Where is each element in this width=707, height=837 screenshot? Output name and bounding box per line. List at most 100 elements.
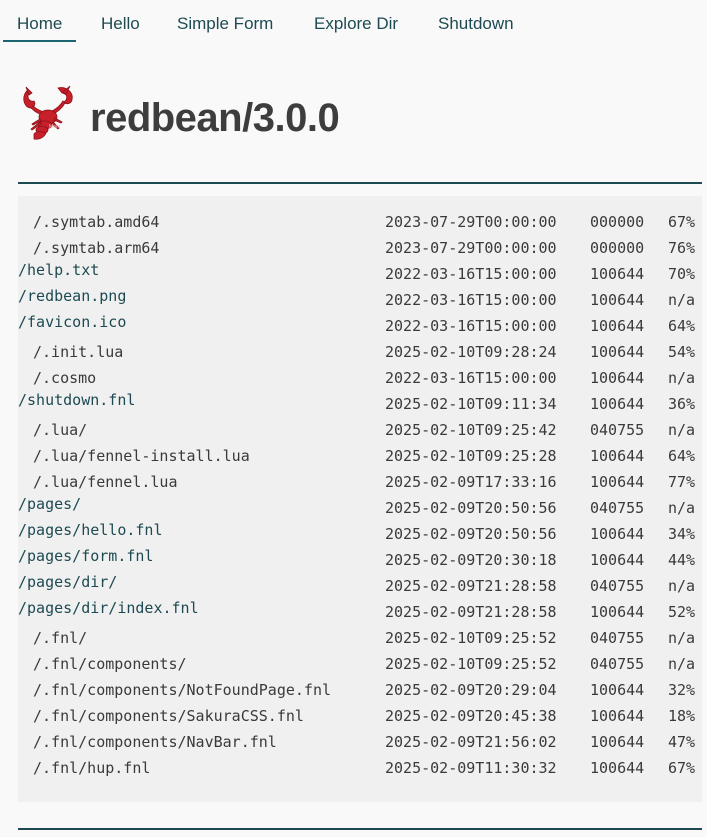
file-link[interactable]: /pages/dir/ [18, 573, 117, 591]
file-row: /.init.lua 2025-02-10T09:28:24 100644 54% [18, 339, 702, 365]
file-modified-date: 2025-02-09T20:29:04 [385, 681, 557, 699]
file-compression-ratio: n/a [668, 421, 696, 439]
file-compression-ratio: 52% [668, 603, 696, 621]
lobster-logo-icon: Mom [18, 84, 80, 142]
file-mode: 100644 [590, 395, 645, 413]
file-link[interactable]: /help.txt [18, 261, 99, 279]
top-nav: Home Hello Simple Form Explore Dir Shutd… [0, 0, 707, 42]
file-name: /.lua/ [33, 421, 88, 439]
file-modified-date: 2023-07-29T00:00:00 [385, 239, 557, 257]
file-compression-ratio: 77% [668, 473, 696, 491]
file-link[interactable]: /shutdown.fnl [18, 391, 135, 409]
file-row: /pages/dir/index.fnl 2025-02-09T21:28:58 1… [18, 599, 702, 625]
file-row: /pages/form.fnl 2025-02-09T20:30:18 100644… [18, 547, 702, 573]
file-compression-ratio: n/a [668, 655, 696, 673]
nav-shutdown-link[interactable]: Shutdown [438, 14, 514, 34]
file-mode: 100644 [590, 473, 645, 491]
file-modified-date: 2025-02-09T20:30:18 [385, 551, 557, 569]
file-link[interactable]: /redbean.png [18, 287, 126, 305]
file-mode: 100644 [590, 369, 645, 387]
file-compression-ratio: 67% [668, 759, 696, 777]
file-modified-date: 2025-02-09T20:50:56 [385, 499, 557, 517]
file-compression-ratio: 36% [668, 395, 696, 413]
file-link[interactable]: /pages/ [18, 495, 81, 513]
page-title: redbean/3.0.0 [90, 96, 340, 140]
file-name: /.fnl/components/SakuraCSS.fnl [33, 707, 304, 725]
file-row: /.fnl/2025-02-10T09:25:52 040755 n/a [18, 625, 702, 651]
file-modified-date: 2025-02-10T09:25:52 [385, 655, 557, 673]
file-link[interactable]: /pages/hello.fnl [18, 521, 163, 539]
file-modified-date: 2025-02-10T09:25:28 [385, 447, 557, 465]
file-name: /.fnl/ [33, 629, 88, 647]
file-compression-ratio: n/a [668, 291, 696, 309]
file-compression-ratio: 32% [668, 681, 696, 699]
file-compression-ratio: 47% [668, 733, 696, 751]
file-mode: 000000 [590, 239, 645, 257]
file-compression-ratio: 67% [668, 213, 696, 231]
file-name: /.cosmo [33, 369, 97, 387]
file-compression-ratio: 44% [668, 551, 696, 569]
file-compression-ratio: n/a [668, 499, 696, 517]
file-mode: 100644 [590, 265, 645, 283]
nav-simple-form-link[interactable]: Simple Form [177, 14, 273, 34]
file-link[interactable]: /pages/form.fnl [18, 547, 153, 565]
file-modified-date: 2025-02-09T17:33:16 [385, 473, 557, 491]
file-name: /.symtab.amd64 [33, 213, 160, 231]
svg-text:Mom: Mom [49, 124, 60, 130]
file-modified-date: 2025-02-10T09:28:24 [385, 343, 557, 361]
file-mode: 100644 [590, 343, 645, 361]
file-row: /.fnl/components/NavBar.fnl 2025-02-09T21… [18, 729, 702, 755]
file-mode: 100644 [590, 525, 645, 543]
file-compression-ratio: 34% [668, 525, 696, 543]
file-mode: 040755 [590, 421, 645, 439]
file-mode: 000000 [590, 213, 645, 231]
file-modified-date: 2025-02-09T20:45:38 [385, 707, 557, 725]
file-modified-date: 2025-02-10T09:11:34 [385, 395, 557, 413]
file-mode: 040755 [590, 655, 645, 673]
file-modified-date: 2025-02-10T09:25:42 [385, 421, 557, 439]
file-modified-date: 2022-03-16T15:00:00 [385, 369, 557, 387]
file-name: /.fnl/hup.fnl [33, 759, 151, 777]
file-compression-ratio: 18% [668, 707, 696, 725]
file-listing: /.symtab.amd64 2023-07-29T00:00:00 000000 6… [18, 196, 702, 802]
file-compression-ratio: 64% [668, 447, 696, 465]
file-mode: 100644 [590, 759, 645, 777]
file-link[interactable]: /favicon.ico [18, 313, 126, 331]
file-mode: 100644 [590, 707, 645, 725]
file-name: /.fnl/components/ [33, 655, 187, 673]
file-row: /.lua/fennel.lua 2025-02-09T17:33:16 10064… [18, 469, 702, 495]
nav-explore-dir-link[interactable]: Explore Dir [314, 14, 398, 34]
file-name: /.lua/fennel-install.lua [33, 447, 250, 465]
divider-top [18, 182, 702, 184]
file-row: /favicon.ico 2022-03-16T15:00:00 100644 64% [18, 313, 702, 339]
file-mode: 040755 [590, 629, 645, 647]
file-row: /.lua/2025-02-10T09:25:42 040755 n/a [18, 417, 702, 443]
nav-hello-link[interactable]: Hello [101, 14, 140, 34]
file-compression-ratio: 76% [668, 239, 696, 257]
file-row: /help.txt 2022-03-16T15:00:00 100644 70% [18, 261, 702, 287]
nav-home-link[interactable]: Home [3, 14, 77, 42]
file-mode: 100644 [590, 733, 645, 751]
file-row: /pages/2025-02-09T20:50:56 040755 n/a [18, 495, 702, 521]
file-row: /shutdown.fnl 2025-02-10T09:11:34 100644 36… [18, 391, 702, 417]
file-row: /pages/hello.fnl 2025-02-09T20:50:56 10064… [18, 521, 702, 547]
file-modified-date: 2023-07-29T00:00:00 [385, 213, 557, 231]
divider-bottom [18, 828, 702, 830]
file-modified-date: 2025-02-09T21:56:02 [385, 733, 557, 751]
file-mode: 100644 [590, 291, 645, 309]
file-mode: 040755 [590, 577, 645, 595]
file-compression-ratio: n/a [668, 577, 696, 595]
file-compression-ratio: n/a [668, 629, 696, 647]
file-row: /.fnl/hup.fnl 2025-02-09T11:30:32 100644 67… [18, 755, 702, 781]
file-row: /pages/dir/2025-02-09T21:28:58 040755 n/a [18, 573, 702, 599]
file-link[interactable]: /pages/dir/index.fnl [18, 599, 199, 617]
page-header: Mom redbean/3.0.0 [18, 84, 698, 144]
file-modified-date: 2025-02-09T21:28:58 [385, 577, 557, 595]
file-row: /.symtab.arm64 2023-07-29T00:00:00 000000 7… [18, 235, 702, 261]
file-row: /.lua/fennel-install.lua 2025-02-10T09:25… [18, 443, 702, 469]
file-modified-date: 2022-03-16T15:00:00 [385, 265, 557, 283]
file-modified-date: 2022-03-16T15:00:00 [385, 317, 557, 335]
file-name: /.symtab.arm64 [33, 239, 160, 257]
file-name: /.init.lua [33, 343, 124, 361]
file-name: /.fnl/components/NavBar.fnl [33, 733, 277, 751]
